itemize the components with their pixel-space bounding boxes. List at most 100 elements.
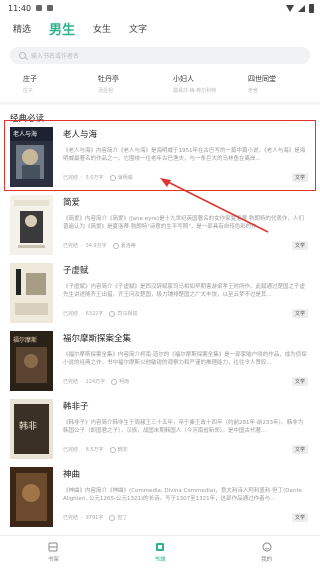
- book-author: 但丁: [117, 515, 128, 521]
- nav-label: 我的: [261, 556, 273, 563]
- author-icon: [112, 242, 119, 249]
- book-words: 124万字: [85, 379, 106, 385]
- book-status: 已完结: [63, 515, 79, 521]
- section-divider: [0, 102, 320, 105]
- bookshelf-icon: [48, 542, 58, 551]
- book-desc: 《简爱》内容简介《简爱》(Jane eyre)是十九世纪英国著名的女作家夏洛蒂·…: [63, 216, 304, 230]
- book-title: 神曲: [63, 470, 81, 480]
- category-badge: 文学: [291, 513, 308, 522]
- book-status: 已完结: [63, 311, 79, 317]
- book-meta: 已完结 · 34.9万字 夏洛蒂: [63, 242, 136, 249]
- svg-text:福尔摩斯: 福尔摩斯: [13, 336, 37, 344]
- bottom-nav: 书架 书城 我的: [0, 535, 320, 568]
- book-words: 8.5万字: [85, 447, 104, 453]
- category-badge: 文学: [291, 445, 308, 454]
- book-words: 6322字: [85, 311, 104, 317]
- book-words: 34.9万字: [85, 243, 107, 249]
- nav-label: 书城: [154, 556, 166, 563]
- book-item[interactable]: 神曲 《神曲》内容简介《神曲》(Commedia, Divina Commedi…: [10, 464, 310, 530]
- book-title: 老人与海: [63, 130, 98, 140]
- book-desc: 《子虚赋》内容简介《子虚赋》是西汉辞赋家司马相如早期客游梁孝王时所作。此赋通过楚…: [63, 284, 306, 298]
- book-desc: 《韩非子》内容简介韩非生于周赧王三十五年，卒于秦王政十四年（约前281年-前23…: [63, 420, 304, 434]
- book-item[interactable]: 福尔摩斯 福尔摩斯探案全集 《福尔摩斯探案全集》内容简介柯南·道尔的《福尔摩斯探…: [10, 328, 310, 394]
- status-bar: 11:40: [0, 0, 320, 16]
- book-desc: 《福尔摩斯探案全集》内容简介柯南·道尔的《福尔摩斯探案全集》是一部家喻户晓的作品…: [63, 352, 307, 366]
- category-badge: 文学: [291, 377, 308, 386]
- book-title: 简爱: [63, 198, 81, 208]
- author-icon: [109, 174, 116, 181]
- battery-icon: [309, 3, 314, 13]
- book-cover: 韩非: [10, 399, 53, 459]
- author-icon: [109, 310, 116, 317]
- book-cover: 福尔摩斯: [10, 331, 53, 391]
- status-time: 11:40: [8, 3, 32, 13]
- book-status: 已完结: [63, 243, 79, 249]
- rec-title: 小妇人: [173, 75, 194, 83]
- status-left: 11:40: [8, 3, 54, 13]
- bookstore-icon: [155, 542, 164, 551]
- rec-item[interactable]: 庄子 庄子: [10, 74, 85, 94]
- search-input[interactable]: 输入书名或作者名: [10, 47, 310, 64]
- author-icon: [109, 514, 116, 521]
- book-cover: [10, 263, 53, 323]
- rec-item[interactable]: 四世同堂 老舍: [235, 74, 310, 94]
- book-words: 9791字: [85, 515, 104, 521]
- nav-bookshelf[interactable]: 书架: [23, 542, 83, 563]
- book-cover: 老人与海: [10, 127, 53, 187]
- book-title: 福尔摩斯探案全集: [63, 334, 132, 344]
- rec-title: 牡丹亭: [98, 75, 119, 83]
- tab-featured[interactable]: 精选: [13, 22, 31, 35]
- rec-title: 四世同堂: [248, 75, 276, 83]
- book-meta: 已完结 · 5.0万字 海明威: [63, 174, 133, 181]
- wifi-icon: [286, 4, 294, 12]
- nav-profile[interactable]: 我的: [237, 542, 297, 563]
- rec-author: 老舍: [248, 88, 259, 94]
- book-author: 柯南: [119, 379, 130, 385]
- book-status: 已完结: [63, 175, 79, 181]
- rec-item[interactable]: 牡丹亭 汤显祖: [85, 74, 160, 94]
- recommendation-row: 庄子 庄子 牡丹亭 汤显祖 小妇人 露易莎·梅·奥尔科特 四世同堂 老舍: [0, 74, 320, 94]
- book-title: 子虚赋: [63, 266, 89, 276]
- rec-author: 汤显祖: [98, 88, 114, 94]
- book-cover: [10, 195, 53, 255]
- tab-male[interactable]: 男生: [49, 19, 75, 38]
- rec-author: 露易莎·梅·奥尔科特: [173, 88, 217, 94]
- book-status: 已完结: [63, 379, 79, 385]
- notification-icon: [47, 5, 54, 11]
- category-badge: 文学: [291, 173, 308, 182]
- tab-literature[interactable]: 文字: [129, 22, 147, 35]
- book-meta: 已完结 · 6322字 司马相如: [63, 310, 138, 317]
- search-icon: [19, 52, 26, 59]
- category-badge: 文学: [291, 309, 308, 318]
- book-meta: 已完结 · 8.5万字 韩非: [63, 446, 128, 453]
- book-item[interactable]: 子虚赋 《子虚赋》内容简介《子虚赋》是西汉辞赋家司马相如早期客游梁孝王时所作。此…: [10, 260, 310, 326]
- category-badge: 文学: [291, 241, 308, 250]
- rec-author: 庄子: [23, 88, 34, 94]
- notification-icon: [36, 5, 43, 11]
- signal-icon: [298, 4, 305, 12]
- book-item[interactable]: 韩非 韩非子 《韩非子》内容简介韩非生于周赧王三十五年，卒于秦王政十四年（约前2…: [10, 396, 310, 462]
- book-author: 海明威: [117, 175, 133, 181]
- nav-bookstore[interactable]: 书城: [130, 542, 190, 563]
- book-desc: 《神曲》内容简介《神曲》(Commedia, Divina Commedia)，…: [63, 488, 302, 502]
- svg-text:老人与海: 老人与海: [13, 130, 37, 138]
- book-meta: 已完结 · 9791字 但丁: [63, 514, 128, 521]
- book-author: 司马相如: [117, 311, 138, 317]
- tab-female[interactable]: 女生: [93, 22, 111, 35]
- rec-item[interactable]: 小妇人 露易莎·梅·奥尔科特: [160, 74, 235, 94]
- book-meta: 已完结 · 124万字 柯南: [63, 378, 130, 385]
- author-icon: [109, 446, 116, 453]
- rec-title: 庄子: [23, 75, 37, 83]
- book-item[interactable]: 简爱 《简爱》内容简介《简爱》(Jane eyre)是十九世纪英国著名的女作家夏…: [10, 192, 310, 258]
- book-words: 5.0万字: [85, 175, 104, 181]
- book-author: 夏洛蒂: [120, 243, 136, 249]
- book-cover: [10, 467, 53, 527]
- search-placeholder: 输入书名或作者名: [31, 53, 80, 60]
- nav-label: 书架: [47, 556, 59, 563]
- status-right: [286, 3, 314, 13]
- book-item[interactable]: 老人与海 老人与海 《老人与海》内容简介《老人与海》是海明威于1951年在古巴写…: [10, 124, 310, 190]
- section-title: 经典必读: [10, 114, 45, 124]
- book-title: 韩非子: [63, 402, 89, 412]
- book-desc: 《老人与海》内容简介《老人与海》是海明威于1951年在古巴写的一篇中篇小说，《老…: [63, 148, 306, 162]
- profile-icon: [262, 542, 272, 551]
